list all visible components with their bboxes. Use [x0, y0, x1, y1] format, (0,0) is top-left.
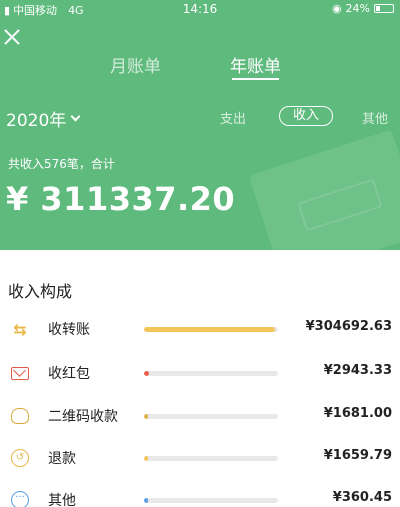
filter-expense[interactable]: 支出 — [220, 108, 246, 127]
filter-other[interactable]: 其他 — [362, 108, 388, 127]
row-label: 二维码收款 — [48, 409, 118, 425]
breakdown-row-qr-payment[interactable]: 二维码收款 ¥1681.00 — [0, 401, 400, 431]
share-fill — [144, 327, 276, 332]
money-bag-icon — [9, 405, 31, 427]
battery-icon — [374, 4, 394, 13]
breakdown-row-red-envelope[interactable]: 收红包 ¥2943.33 — [0, 358, 400, 388]
bill-tabs: 月账单 年账单 — [0, 52, 400, 82]
tab-yearly-bill[interactable]: 年账单 — [230, 52, 281, 82]
share-fill — [144, 456, 149, 461]
share-bar — [144, 327, 278, 332]
total-amount: ¥ 311337.20 — [6, 180, 236, 218]
breakdown-row-other[interactable]: ··· 其他 ¥360.45 — [0, 485, 400, 507]
row-amount: ¥304692.63 — [305, 319, 392, 334]
section-title: 收入构成 — [8, 282, 73, 301]
row-label: 退款 — [48, 451, 76, 467]
battery-percent: 24% — [345, 2, 370, 15]
row-label: 收转账 — [48, 322, 90, 338]
status-bar: ▮ 中国移动 4G 14:16 ◉ 24% — [0, 0, 400, 18]
income-breakdown: 收入构成 ⇆ 收转账 ¥304692.63 收红包 ¥2943.33 二维码收款… — [0, 250, 400, 507]
row-amount: ¥2943.33 — [323, 363, 392, 378]
year-label: 2020年 — [6, 111, 67, 131]
breakdown-row-transfer[interactable]: ⇆ 收转账 ¥304692.63 — [0, 314, 400, 344]
share-fill — [144, 498, 149, 503]
tab-monthly-bill[interactable]: 月账单 — [110, 52, 161, 82]
red-envelope-icon — [9, 362, 31, 384]
row-amount: ¥360.45 — [332, 490, 392, 505]
share-bar — [144, 456, 278, 461]
filter-income[interactable]: 收入 — [279, 106, 333, 126]
share-fill — [144, 371, 150, 376]
share-bar — [144, 414, 278, 419]
breakdown-row-refund[interactable]: ↺ 退款 ¥1659.79 — [0, 443, 400, 473]
share-bar — [144, 498, 278, 503]
close-icon[interactable] — [2, 27, 22, 47]
row-label: 收红包 — [48, 366, 90, 382]
chevron-down-icon — [70, 111, 81, 122]
more-icon: ··· — [9, 489, 31, 507]
bill-header: ▮ 中国移动 4G 14:16 ◉ 24% 月账单 年账单 2020年 支出 收… — [0, 0, 400, 250]
share-bar — [144, 371, 278, 376]
refund-icon: ↺ — [9, 447, 31, 469]
eye-icon: ◉ — [331, 2, 342, 15]
year-selector[interactable]: 2020年 — [6, 106, 81, 131]
row-label: 其他 — [48, 493, 76, 507]
share-fill — [144, 414, 149, 419]
row-amount: ¥1681.00 — [323, 406, 392, 421]
income-summary: 共收入576笔，合计 — [8, 157, 115, 171]
row-amount: ¥1659.79 — [323, 448, 392, 463]
transfer-icon: ⇆ — [13, 319, 27, 339]
